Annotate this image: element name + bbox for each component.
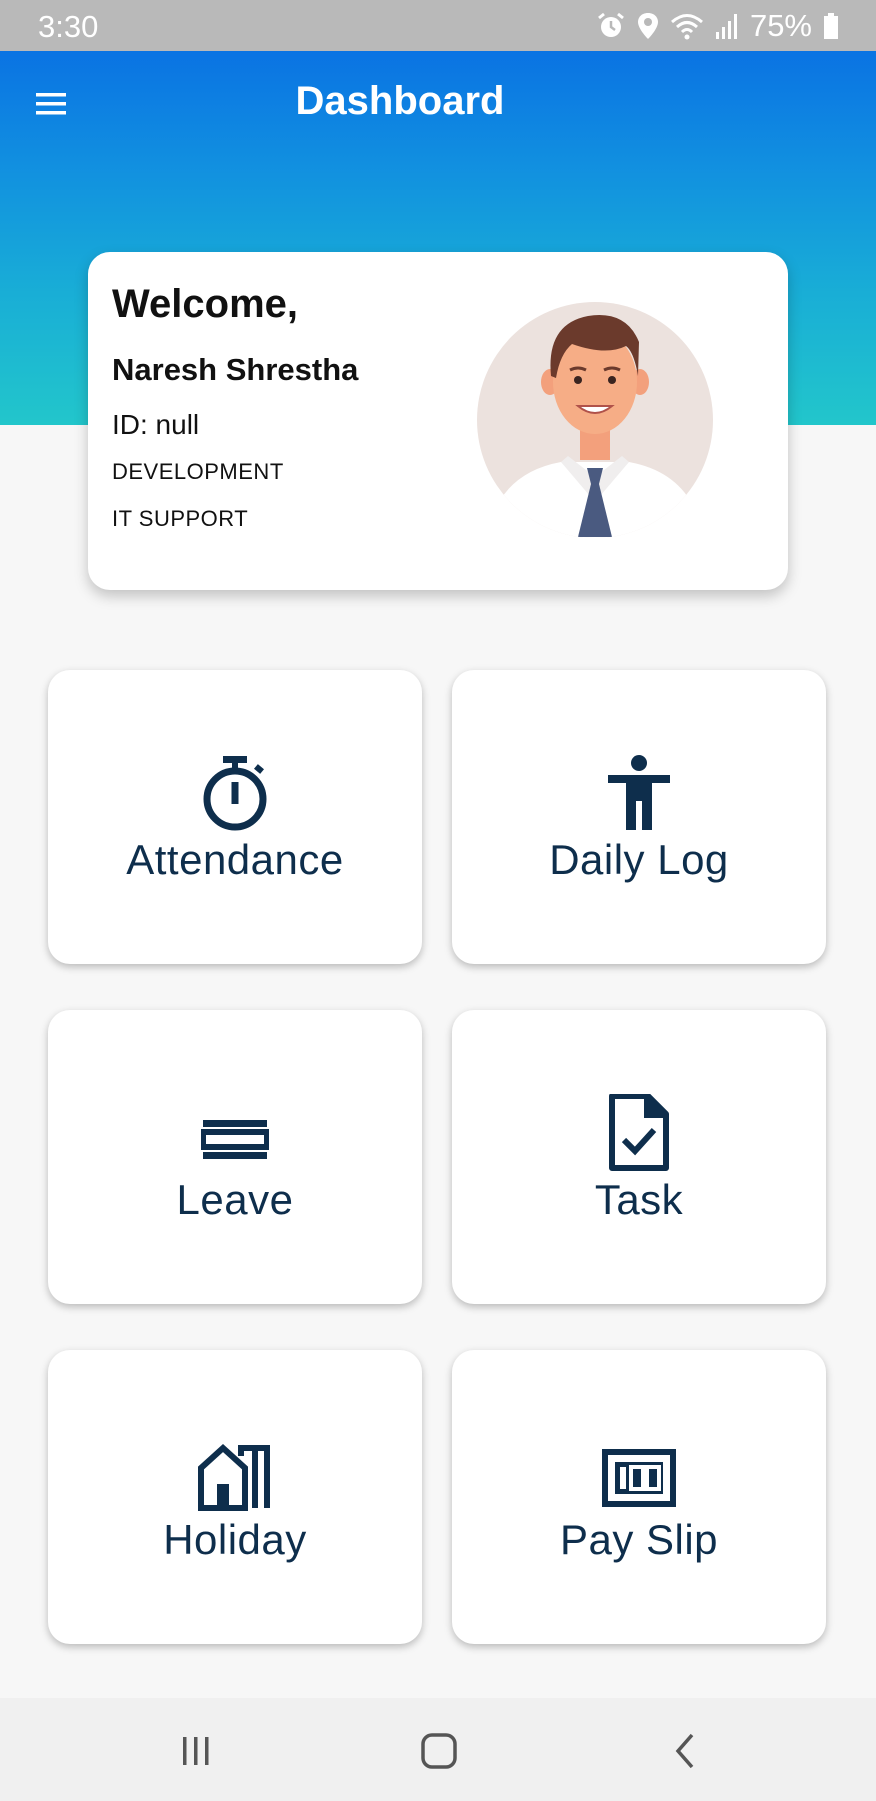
tile-leave[interactable]: Leave [48,1010,422,1304]
status-bar: 3:30 75% [0,0,876,51]
tile-attendance-label: Attendance [126,836,344,883]
user-role: IT SUPPORT [112,506,249,531]
tile-task[interactable]: Task [452,1010,826,1304]
document-check-icon [609,1094,669,1171]
tile-attendance[interactable]: Attendance [48,670,422,964]
status-icons: 75% [596,8,840,44]
recent-apps-icon [183,1737,209,1765]
tile-pay-slip-label: Pay Slip [559,1516,719,1563]
battery-icon [824,13,838,39]
wifi-icon [670,14,703,40]
location-icon [637,13,658,39]
tile-leave-label: Leave [176,1176,294,1223]
page-title: Dashboard [295,79,505,123]
back-button[interactable] [661,1728,711,1774]
tile-daily-log-label: Daily Log [549,836,729,883]
user-department: DEVELOPMENT [112,459,284,484]
welcome-text: Welcome, [112,282,298,326]
tile-holiday[interactable]: Holiday [48,1350,422,1644]
stacked-lines-icon [201,1120,269,1159]
tile-pay-slip[interactable]: Pay Slip [452,1350,826,1644]
accessibility-person-icon [608,755,670,830]
status-time: 3:30 [38,9,99,44]
home-icon [421,1733,457,1769]
home-button[interactable] [414,1728,464,1774]
banknote-100-icon [602,1449,676,1507]
tile-holiday-label: Holiday [163,1516,307,1563]
user-name: Naresh Shrestha [112,352,359,387]
recent-apps-button[interactable] [171,1728,221,1774]
alarm-icon [598,12,624,37]
profile-card: Welcome, Naresh Shrestha ID: null DEVELO… [88,252,788,590]
avatar [477,302,713,538]
houses-icon [198,1443,270,1511]
battery-percent: 75% [749,8,812,43]
user-id: ID: null [112,409,200,440]
tile-daily-log[interactable]: Daily Log [452,670,826,964]
signal-icon [715,14,737,39]
back-icon [675,1733,694,1769]
tile-task-label: Task [594,1176,684,1223]
stopwatch-icon [203,756,267,831]
system-nav-bar [0,1698,876,1801]
